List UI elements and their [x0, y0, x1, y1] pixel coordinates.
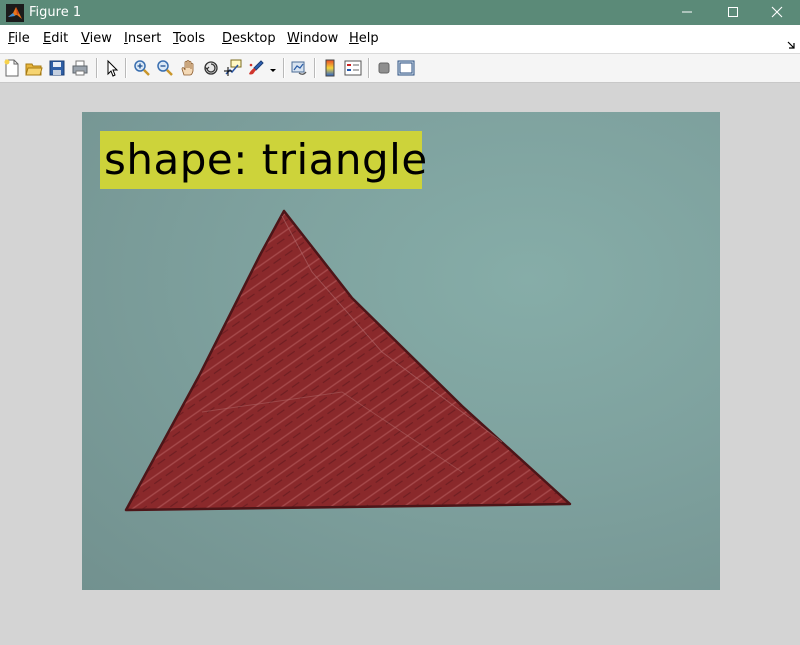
menu-bar: File Edit View Insert Tools Desktop Wind… [0, 25, 800, 54]
show-plot-tools-icon[interactable] [397, 59, 415, 77]
zoom-out-icon[interactable] [156, 59, 174, 77]
window-title: Figure 1 [29, 5, 82, 20]
toolbar-separator [96, 58, 98, 78]
link-plot-icon[interactable] [290, 59, 308, 77]
print-icon[interactable] [71, 59, 89, 77]
toolbar-separator [283, 58, 285, 78]
menu-file[interactable]: File [8, 31, 30, 47]
insert-legend-icon[interactable] [344, 59, 362, 77]
save-icon[interactable] [48, 59, 66, 77]
toolbar-separator [314, 58, 316, 78]
maximize-button[interactable] [710, 0, 756, 25]
minimize-button[interactable] [664, 0, 710, 25]
open-file-icon[interactable] [25, 59, 43, 77]
close-icon [771, 6, 783, 18]
toolbar-separator [125, 58, 127, 78]
title-bar: Figure 1 [0, 0, 800, 25]
menu-insert[interactable]: Insert [124, 31, 161, 47]
minimize-icon [682, 11, 692, 13]
figure-toolbar [0, 54, 800, 83]
dock-figure-icon[interactable] [787, 35, 796, 54]
shape-annotation-box: shape: triangle [100, 131, 427, 189]
shape-annotation-text: shape: triangle [104, 135, 428, 184]
menu-view[interactable]: View [81, 31, 112, 47]
zoom-in-icon[interactable] [133, 59, 151, 77]
pan-hand-icon[interactable] [179, 59, 197, 77]
edit-plot-pointer-icon[interactable] [103, 59, 121, 77]
menu-help[interactable]: Help [349, 31, 379, 47]
insert-colorbar-icon[interactable] [321, 59, 339, 77]
brush-icon[interactable] [247, 59, 265, 77]
data-cursor-icon[interactable] [224, 59, 242, 77]
rotate-3d-icon[interactable] [202, 59, 220, 77]
menu-tools[interactable]: Tools [173, 31, 205, 47]
hide-plot-tools-icon[interactable] [375, 59, 393, 77]
new-figure-icon[interactable] [3, 59, 21, 77]
toolbar-separator [368, 58, 370, 78]
maximize-icon [728, 7, 738, 17]
menu-window[interactable]: Window [287, 31, 338, 47]
close-button[interactable] [754, 0, 800, 25]
matlab-logo-icon [6, 4, 24, 22]
menu-desktop[interactable]: Desktop [222, 31, 276, 47]
menu-edit[interactable]: Edit [43, 31, 68, 47]
brush-dropdown-icon[interactable] [268, 59, 278, 77]
